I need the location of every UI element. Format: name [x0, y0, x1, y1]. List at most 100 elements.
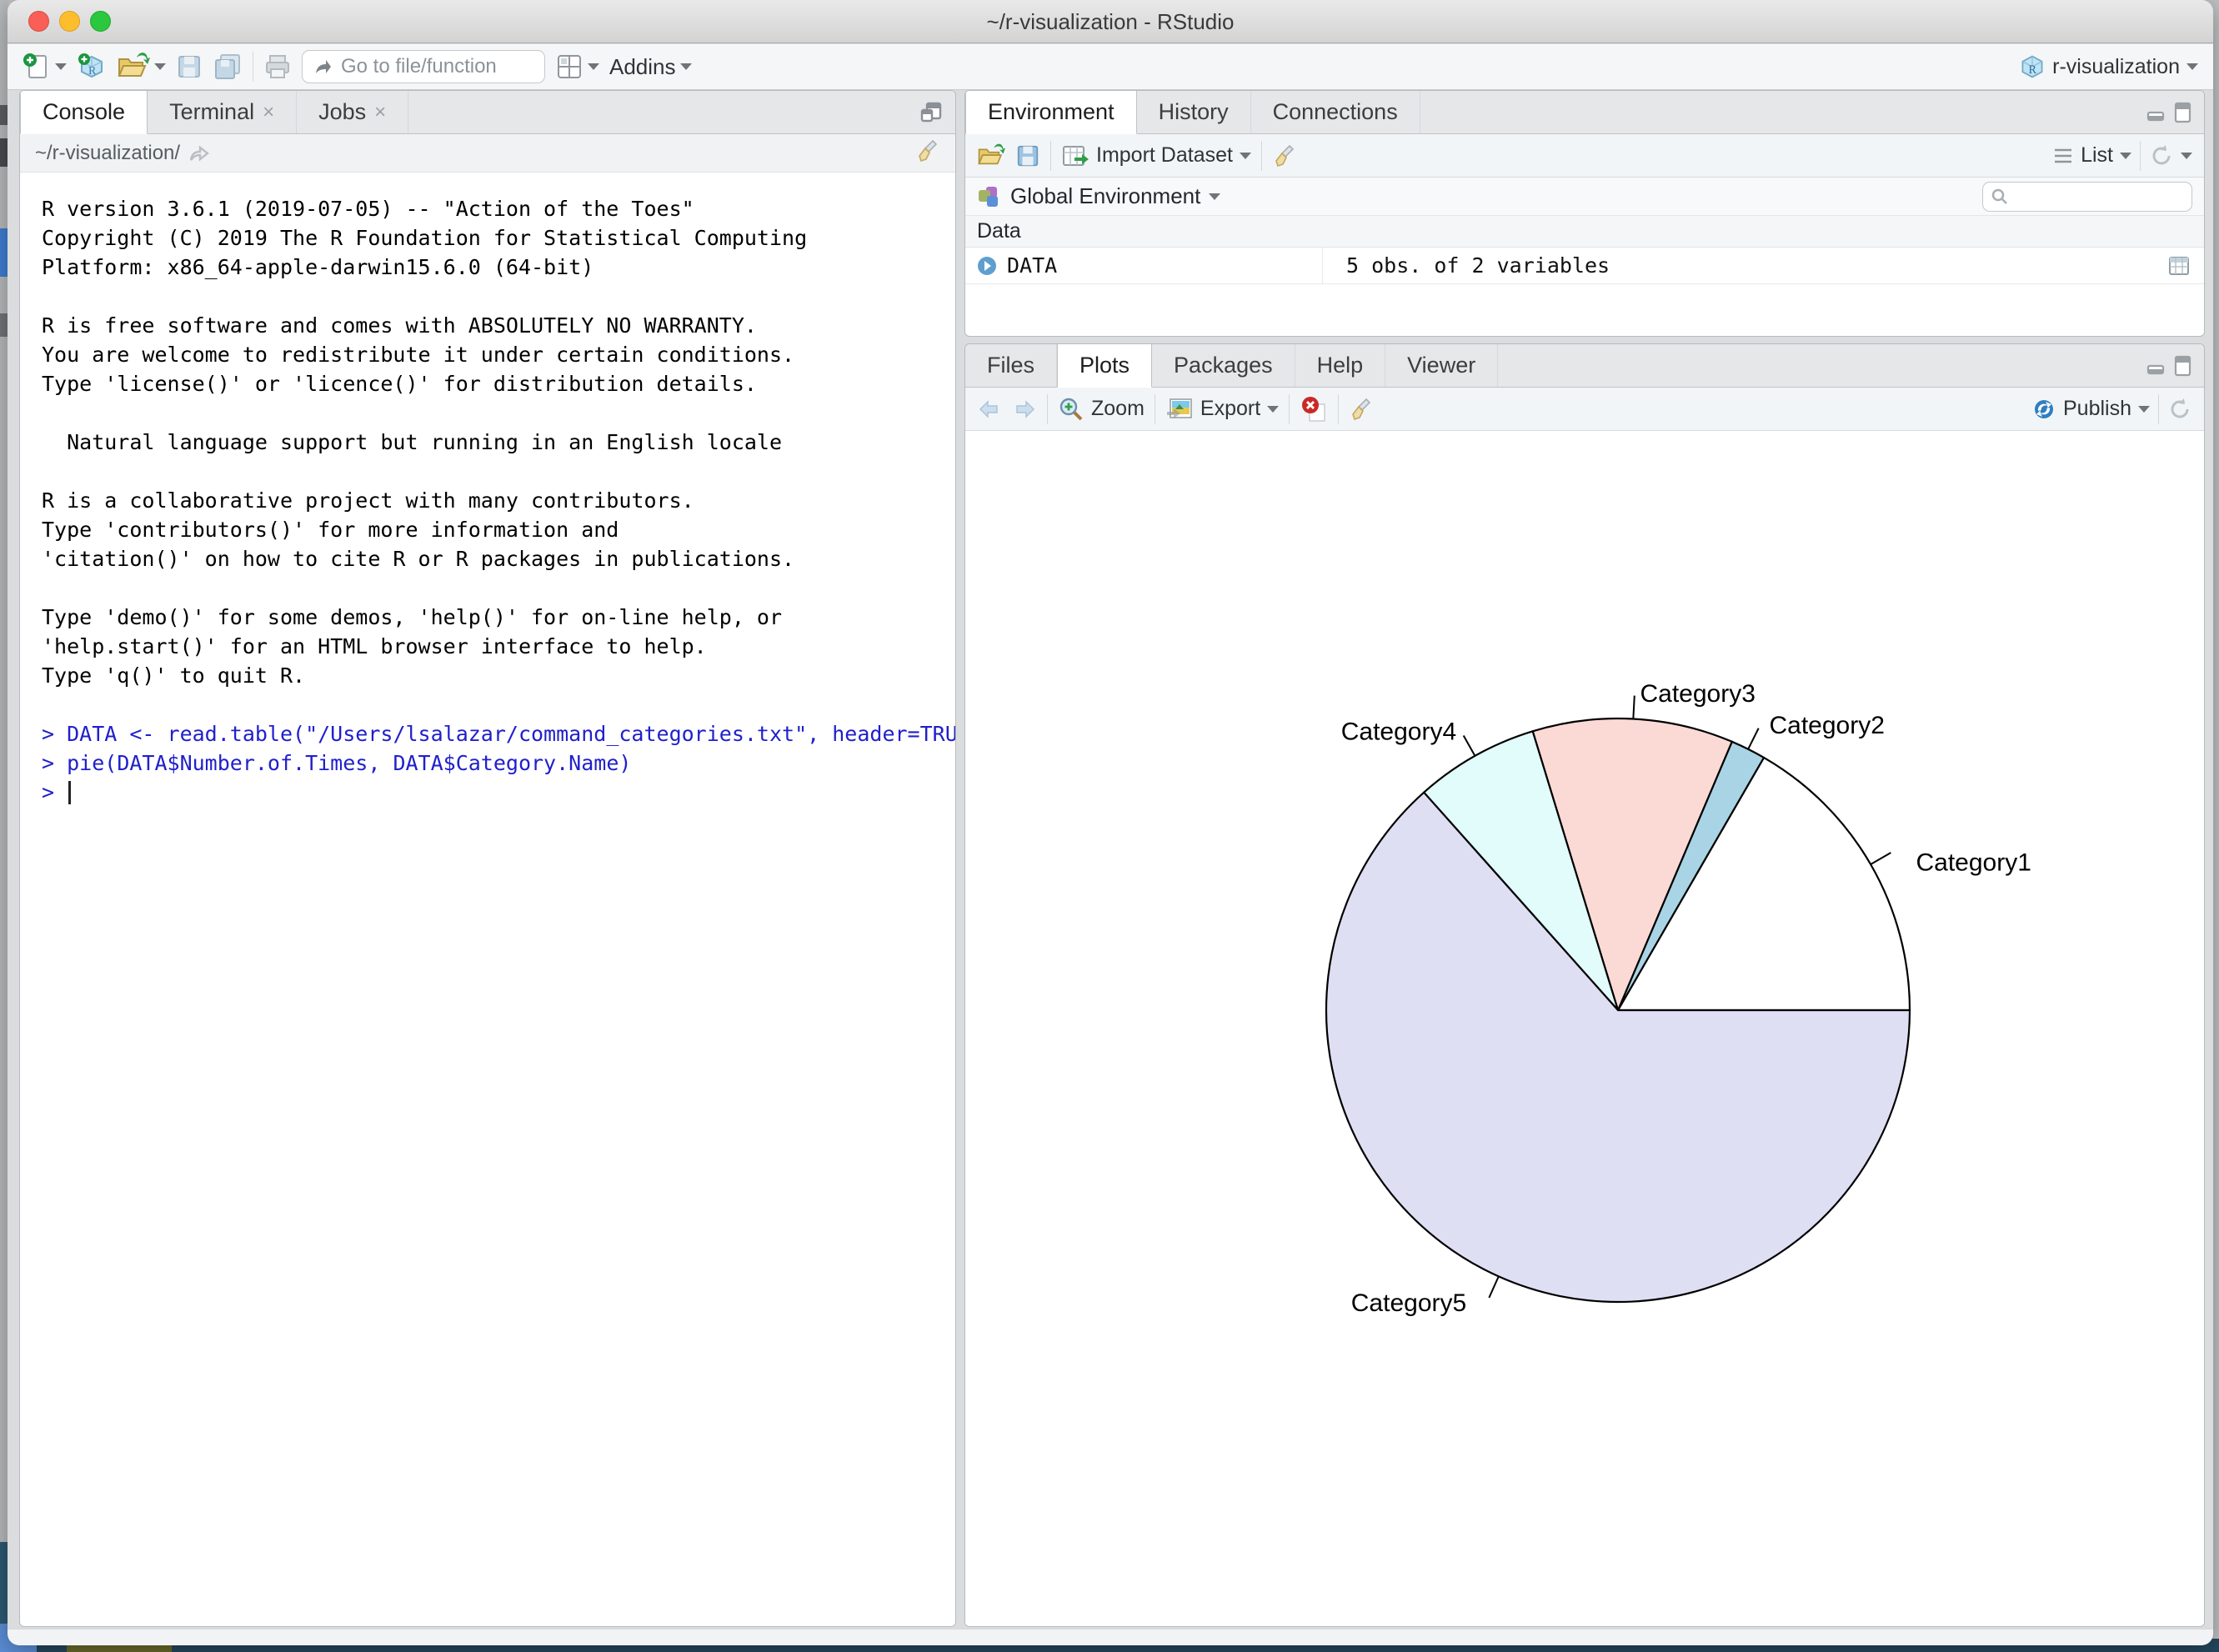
pane-layout-caret[interactable] [588, 63, 599, 70]
tab-plots-label: Plots [1079, 353, 1130, 378]
clear-environment-icon[interactable] [1272, 143, 1297, 168]
console-command-line: > pie(DATA$Number.of.Times, DATA$Categor… [42, 748, 947, 778]
load-workspace-icon[interactable] [977, 143, 1005, 168]
clear-all-plots-icon[interactable] [1349, 397, 1374, 422]
rstudio-window: ~/r-visualization - RStudio R [8, 0, 2213, 1645]
import-dataset-caret[interactable] [1240, 153, 1251, 159]
environment-entry-row[interactable]: DATA 5 obs. of 2 variables [965, 248, 2204, 284]
goto-arrow-icon [313, 57, 333, 77]
close-terminal-tab-icon[interactable]: × [263, 101, 274, 124]
expand-object-icon[interactable] [975, 254, 999, 278]
previous-plot-icon[interactable] [977, 398, 1002, 420]
tab-terminal[interactable]: Terminal × [148, 91, 297, 133]
refresh-plot-icon[interactable] [2167, 397, 2192, 422]
console-prompt: > [42, 751, 67, 775]
new-file-button[interactable] [23, 53, 67, 81]
tab-viewer[interactable]: Viewer [1385, 344, 1498, 387]
tab-console-label: Console [43, 99, 125, 125]
console-input-line[interactable]: > [42, 778, 947, 807]
tab-packages[interactable]: Packages [1152, 344, 1295, 387]
project-menu[interactable]: R r-visualization [2019, 53, 2198, 80]
import-dataset-icon [1061, 143, 1089, 168]
maximize-pane-icon[interactable] [2172, 101, 2192, 124]
close-jobs-tab-icon[interactable]: × [374, 101, 386, 124]
tab-files[interactable]: Files [965, 344, 1057, 387]
zoom-plot-button[interactable]: Zoom [1058, 396, 1145, 423]
open-file-dropdown-caret[interactable] [154, 63, 166, 70]
plots-toolbar: Zoom Export [965, 388, 2204, 431]
import-dataset-label: Import Dataset [1096, 143, 1233, 168]
tab-help[interactable]: Help [1295, 344, 1386, 387]
export-caret[interactable] [1267, 406, 1279, 413]
toolbar-separator [1338, 394, 1339, 424]
tab-console[interactable]: Console [20, 91, 148, 134]
plots-tabbar: Files Plots Packages Help Viewer [965, 344, 2204, 388]
addins-button[interactable]: Addins [609, 54, 692, 80]
project-caret[interactable] [2186, 63, 2198, 70]
goto-file-function-input[interactable]: Go to file/function [302, 50, 545, 83]
import-dataset-button[interactable]: Import Dataset [1061, 143, 1251, 168]
tab-history-label: History [1159, 99, 1229, 125]
export-image-icon [1165, 397, 1194, 422]
window-title: ~/r-visualization - RStudio [8, 0, 2213, 43]
svg-text:R: R [2029, 63, 2037, 77]
pie-label-category3: Category3 [1640, 680, 1755, 708]
tab-connections[interactable]: Connections [1251, 91, 1420, 133]
console-output[interactable]: R version 3.6.1 (2019-07-05) -- "Action … [20, 173, 955, 807]
open-file-button[interactable] [117, 53, 166, 81]
refresh-environment-button[interactable] [2149, 143, 2192, 168]
print-icon [263, 53, 292, 80]
publish-button[interactable]: Publish [2031, 397, 2150, 422]
save-workspace-icon[interactable] [1015, 143, 1040, 168]
environment-search-box[interactable] [1982, 182, 2192, 212]
save-all-button[interactable] [213, 53, 243, 81]
console-cursor [68, 781, 71, 804]
clear-console-icon[interactable] [915, 138, 940, 163]
new-project-button[interactable]: R [77, 52, 107, 82]
tab-connections-label: Connections [1273, 99, 1398, 125]
toolbar-separator [1289, 394, 1290, 424]
list-caret[interactable] [2120, 153, 2131, 159]
pie-label-category2: Category2 [1769, 712, 1884, 739]
main-toolbar: R [8, 44, 2213, 90]
tab-terminal-label: Terminal [169, 99, 254, 125]
tab-help-label: Help [1317, 353, 1364, 378]
maximize-pane-icon[interactable] [2172, 354, 2192, 378]
goto-placeholder: Go to file/function [341, 55, 497, 78]
tab-plots[interactable]: Plots [1057, 344, 1152, 388]
new-file-dropdown-caret[interactable] [55, 63, 67, 70]
maximize-pane-icon[interactable] [919, 101, 944, 124]
print-button[interactable] [263, 53, 292, 80]
tab-history[interactable]: History [1137, 91, 1251, 133]
goto-directory-icon[interactable] [188, 144, 210, 163]
environment-section-header: Data [965, 216, 2204, 248]
export-plot-button[interactable]: Export [1165, 397, 1279, 422]
refresh-caret[interactable] [2181, 153, 2192, 159]
publish-icon [2031, 397, 2056, 422]
environment-scope-caret[interactable] [1209, 193, 1220, 200]
remove-plot-icon[interactable] [1300, 396, 1328, 423]
list-icon [2052, 147, 2074, 165]
console-working-dir-row: ~/r-visualization/ [20, 134, 955, 173]
plots-pane: Files Plots Packages Help Viewer [964, 343, 2205, 1627]
pie-chart: Category1Category2Category3Category4Cate… [965, 431, 2205, 1627]
view-data-table-icon[interactable] [2167, 255, 2191, 277]
next-plot-icon[interactable] [1012, 398, 1037, 420]
tab-jobs[interactable]: Jobs × [297, 91, 408, 133]
pane-layout-icon [555, 53, 584, 81]
publish-caret[interactable] [2138, 406, 2150, 413]
background-selection-fragment [0, 228, 8, 277]
minimize-pane-icon[interactable] [2146, 356, 2167, 376]
tab-environment[interactable]: Environment [965, 91, 1137, 134]
list-view-button[interactable]: List [2052, 143, 2131, 168]
console-tabbar: Console Terminal × Jobs × [20, 91, 955, 134]
tab-environment-label: Environment [988, 99, 1115, 125]
search-icon [1990, 187, 2010, 207]
titlebar[interactable]: ~/r-visualization - RStudio [8, 0, 2213, 43]
open-folder-icon [117, 53, 150, 81]
pane-layout-button[interactable] [555, 53, 599, 81]
save-button[interactable] [176, 53, 203, 80]
addins-caret[interactable] [680, 63, 692, 70]
minimize-pane-icon[interactable] [2146, 103, 2167, 123]
environment-search-input[interactable] [2015, 186, 2173, 208]
